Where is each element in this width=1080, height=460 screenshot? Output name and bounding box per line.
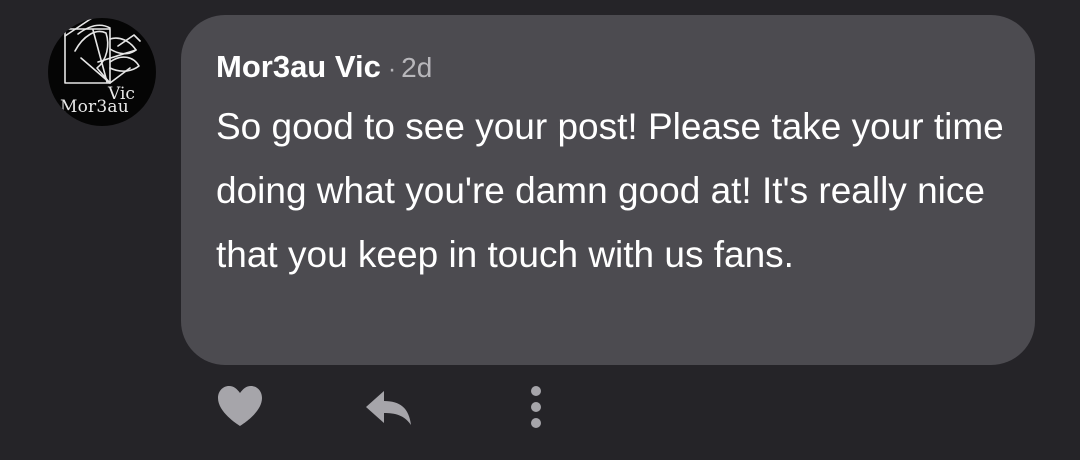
meta-separator: · xyxy=(387,55,397,83)
comment-author[interactable]: Mor3au Vic xyxy=(216,49,381,85)
comment-bubble: Mor3au Vic · 2d So good to see your post… xyxy=(181,15,1035,365)
comment-time: 2d xyxy=(401,52,433,83)
avatar-logo-mor3au-text: Mor3au xyxy=(60,97,129,117)
comment-meta: Mor3au Vic · 2d xyxy=(216,49,1005,93)
more-vertical-icon[interactable] xyxy=(521,383,551,433)
reply-icon[interactable] xyxy=(362,386,414,428)
heart-icon[interactable] xyxy=(215,384,265,429)
comment-text: So good to see your post! Please take yo… xyxy=(216,106,1004,275)
avatar[interactable]: Vic Mor3au xyxy=(48,18,156,126)
comment-actions xyxy=(215,384,555,432)
